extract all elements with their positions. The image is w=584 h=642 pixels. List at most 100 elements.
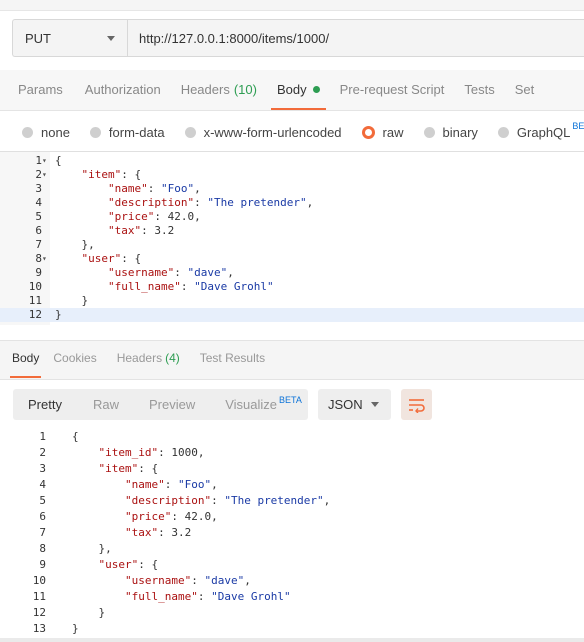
- line-number: 10: [28, 280, 42, 293]
- code-text: "user": {: [81, 252, 142, 265]
- radio-graphql[interactable]: GraphQLBETA: [497, 121, 584, 140]
- response-line: 9 "user": {: [0, 557, 584, 573]
- code-line: 5 "price": 42.0,: [0, 210, 584, 224]
- tab-label: Headers: [116, 351, 163, 365]
- tab-authorization[interactable]: Authorization: [79, 70, 167, 108]
- code-text: "description": "The pretender",: [124, 494, 331, 507]
- view-raw-button[interactable]: Raw: [93, 397, 119, 412]
- view-mode-toggle: Pretty Raw Preview Visualize BETA: [13, 389, 308, 420]
- tab-pre-request-script[interactable]: Pre-request Script: [334, 70, 451, 108]
- response-line: 2 "item_id": 1000,: [0, 445, 584, 461]
- radio-form-data[interactable]: form-data: [89, 124, 165, 140]
- view-pretty-button[interactable]: Pretty: [28, 397, 62, 412]
- line-number: 2: [39, 446, 46, 459]
- response-line: 1{: [0, 429, 584, 445]
- radio-label: form-data: [108, 124, 165, 140]
- chevron-down-icon: [107, 35, 115, 41]
- response-tab-headers[interactable]: Headers (4): [117, 340, 180, 376]
- request-tabs: Params Authorization Headers (10) Body Pr…: [0, 70, 548, 110]
- tab-label: Authorization: [84, 81, 161, 97]
- tab-label: Test Results: [199, 351, 266, 365]
- line-number: 6: [35, 224, 42, 237]
- visualize-label: Visualize: [225, 397, 278, 412]
- tab-headers[interactable]: Headers (10): [175, 70, 263, 108]
- radio-circle: [22, 126, 33, 138]
- tab-body[interactable]: Body: [270, 70, 326, 110]
- code-line: 7 },: [0, 238, 584, 252]
- line-number: 9: [39, 558, 46, 571]
- line-number: 7: [39, 526, 46, 539]
- response-body-viewer[interactable]: 1{2 "item_id": 1000, 3 "item": {4 "name":…: [0, 429, 584, 639]
- code-text: "item": {: [98, 462, 159, 475]
- code-text: {: [72, 430, 79, 443]
- tab-tests[interactable]: Tests: [458, 70, 500, 108]
- response-line: 5 "description": "The pretender",: [0, 493, 584, 509]
- chevron-down-icon: [371, 402, 379, 407]
- wrap-lines-button[interactable]: [401, 389, 432, 420]
- code-text: "price": 42.0,: [124, 510, 218, 523]
- format-label: JSON: [328, 397, 363, 412]
- format-select[interactable]: JSON: [318, 389, 391, 420]
- line-number: 9: [35, 266, 42, 279]
- code-text: "full_name": "Dave Grohl": [124, 590, 291, 603]
- line-number: 5: [35, 210, 42, 223]
- line-number: 1: [35, 154, 42, 167]
- fold-arrow-icon[interactable]: ▾: [42, 168, 47, 182]
- response-line: 10 "username": "dave",: [0, 573, 584, 589]
- line-number: 5: [39, 494, 46, 507]
- response-line: 4 "name": "Foo",: [0, 477, 584, 493]
- code-text: }: [72, 622, 79, 635]
- code-line: 4 "description": "The pretender",: [0, 196, 584, 210]
- view-preview-button[interactable]: Preview: [149, 397, 195, 412]
- body-type-radios: none form-data x-www-form-urlencoded raw…: [0, 120, 584, 144]
- radio-label: none: [41, 124, 70, 140]
- code-line: 6 "tax": 3.2: [0, 224, 584, 238]
- response-headers-count: (4): [165, 351, 180, 365]
- tab-label: Body: [12, 351, 40, 365]
- tab-label: Body: [276, 81, 307, 97]
- fold-arrow-icon[interactable]: ▾: [42, 252, 47, 266]
- line-number: 8: [39, 542, 46, 555]
- radio-circle: [89, 126, 101, 138]
- line-number: 12: [28, 308, 42, 321]
- radio-raw[interactable]: raw: [361, 124, 404, 140]
- method-select[interactable]: PUT: [12, 19, 127, 57]
- response-tabs: Body Cookies Headers (4) Test Results: [0, 340, 285, 378]
- request-url-bar: PUT http://127.0.0.1:8000/items/1000/: [12, 19, 584, 57]
- radio-circle: [497, 126, 509, 138]
- view-visualize-button[interactable]: Visualize BETA: [225, 395, 302, 412]
- headers-count: (10): [233, 81, 257, 97]
- line-number: 12: [32, 606, 46, 619]
- line-number: 11: [32, 590, 46, 603]
- response-tab-cookies[interactable]: Cookies: [53, 340, 96, 376]
- radio-x-www-form-urlencoded[interactable]: x-www-form-urlencoded: [184, 125, 342, 140]
- line-number: 3: [39, 462, 46, 475]
- line-number: 10: [32, 574, 46, 587]
- code-text: "tax": 3.2: [124, 526, 192, 539]
- response-line: 6 "price": 42.0,: [0, 509, 584, 525]
- code-text: "full_name": "Dave Grohl": [107, 280, 274, 293]
- response-tab-test-results[interactable]: Test Results: [200, 340, 265, 376]
- tab-params[interactable]: Params: [0, 70, 69, 108]
- radio-binary[interactable]: binary: [423, 125, 478, 140]
- tab-label: Pre-request Script: [339, 81, 445, 97]
- response-line: 12 }: [0, 605, 584, 621]
- fold-arrow-icon[interactable]: ▾: [42, 154, 47, 168]
- code-line: 10 "full_name": "Dave Grohl": [0, 280, 584, 294]
- bottom-border: [0, 638, 584, 642]
- code-text: "name": "Foo",: [124, 478, 218, 491]
- response-line: 8 },: [0, 541, 584, 557]
- code-line: 3 "name": "Foo",: [0, 182, 584, 196]
- radio-label: raw: [382, 124, 404, 140]
- top-strip: [0, 0, 584, 11]
- request-body-editor[interactable]: 1 ▾{2 ▾ "item": {3 "name": "Foo", 4 "descri…: [0, 151, 584, 325]
- code-text: "item_id": 1000,: [98, 446, 205, 459]
- url-input[interactable]: http://127.0.0.1:8000/items/1000/: [127, 19, 584, 57]
- code-line: 12}: [0, 308, 584, 322]
- response-tab-body[interactable]: Body: [10, 340, 42, 378]
- code-text: "user": {: [98, 558, 159, 571]
- method-label: PUT: [25, 30, 51, 46]
- response-line: 13}: [0, 621, 584, 637]
- tab-settings[interactable]: Set: [509, 70, 541, 108]
- radio-none[interactable]: none: [22, 125, 70, 140]
